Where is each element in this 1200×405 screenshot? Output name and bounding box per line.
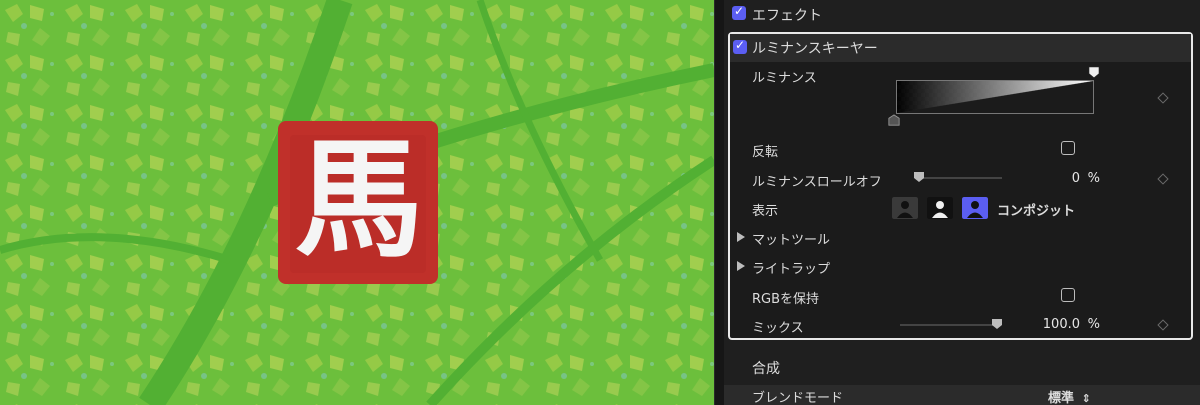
rolloff-unit: % (1087, 171, 1100, 186)
chevron-updown-icon: ⇕ (1081, 392, 1091, 405)
inspector-panel: エフェクト ルミナンスキーヤー ルミナンス 反転 ルミナンスロールオフ 0 % … (724, 0, 1200, 405)
effects-label: エフェクト (752, 8, 822, 24)
matte-tools-disclosure-icon[interactable] (737, 232, 745, 242)
invert-label: 反転 (752, 145, 779, 160)
preserve-rgb-checkbox[interactable] (1061, 288, 1075, 302)
black-point-handle[interactable] (888, 114, 900, 126)
view-composite-icon[interactable] (962, 197, 988, 219)
panel-divider[interactable] (714, 0, 724, 405)
mix-value[interactable]: 100.0 (1024, 317, 1080, 332)
rolloff-label: ルミナンスロールオフ (752, 175, 882, 190)
view-composite-matte-icon[interactable] (892, 197, 918, 219)
matte-tools-label[interactable]: マットツール (752, 229, 830, 248)
luminance-label: ルミナンス (752, 71, 817, 86)
light-wrap-label[interactable]: ライトラップ (752, 258, 830, 277)
rolloff-slider-track[interactable] (916, 177, 1002, 179)
blend-mode-value: 標準 (1048, 391, 1075, 405)
blend-mode-select[interactable]: 標準 ⇕ (1048, 387, 1091, 405)
view-mode-value: コンポジット (997, 204, 1076, 219)
preserve-rgb-label: RGBを保持 (752, 292, 820, 307)
invert-checkbox[interactable] (1061, 141, 1075, 155)
blend-mode-label: ブレンドモード (752, 391, 844, 405)
luma-keyer-checkbox[interactable] (733, 38, 747, 54)
luminance-gradient[interactable] (896, 80, 1094, 114)
video-viewer[interactable]: 馬 (0, 0, 714, 405)
rolloff-value[interactable]: 0 (1040, 171, 1080, 186)
mix-unit: % (1087, 317, 1100, 332)
mix-label: ミックス (752, 321, 804, 336)
light-wrap-disclosure-icon[interactable] (737, 261, 745, 271)
white-point-handle[interactable] (1088, 66, 1100, 78)
effects-checkbox[interactable] (732, 4, 746, 20)
compositing-title: 合成 (752, 361, 780, 377)
luma-keyer-title: ルミナンスキーヤー (752, 41, 878, 57)
seal-glyph: 馬 (294, 125, 423, 275)
mix-slider-track[interactable] (900, 324, 1000, 326)
view-matte-icon[interactable] (927, 197, 953, 219)
view-label: 表示 (752, 204, 779, 219)
